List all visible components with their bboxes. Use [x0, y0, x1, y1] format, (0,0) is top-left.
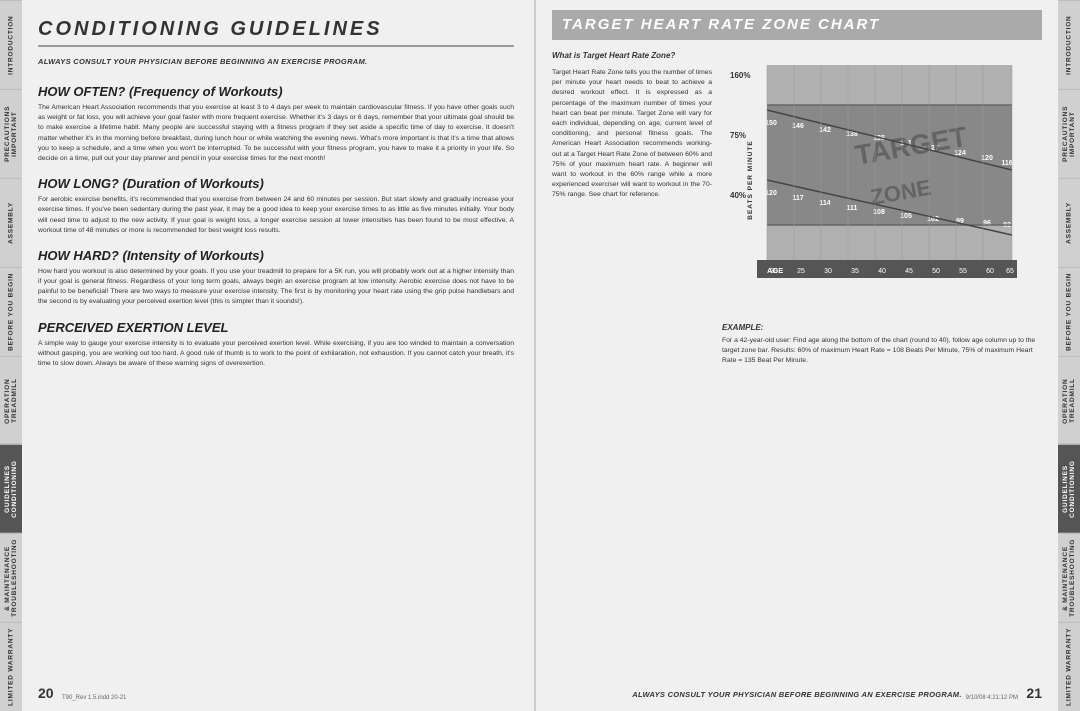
main-content: CONDITIONING GUIDELINES ALWAYS CONSULT Y…: [22, 0, 1058, 711]
page-title: CONDITIONING GUIDELINES: [38, 18, 514, 47]
right-content-area: What is Target Heart Rate Zone? Target H…: [552, 50, 1042, 682]
right-page-title-box: TARGET HEART RATE ZONE CHART: [552, 10, 1042, 40]
left-tab-before-you-begin[interactable]: BEFORE YOU BEGIN: [0, 267, 22, 356]
svg-text:65: 65: [1006, 268, 1014, 275]
section-how-often-text: The American Heart Association recommend…: [38, 103, 514, 164]
svg-text:96: 96: [983, 220, 991, 227]
section-how-hard-text: How hard you workout is also determined …: [38, 267, 514, 308]
right-tab-limited-warranty[interactable]: LIMITED WARRANTY: [1058, 622, 1080, 711]
svg-text:55: 55: [959, 268, 967, 275]
svg-text:40%: 40%: [730, 191, 746, 200]
svg-text:40: 40: [878, 268, 886, 275]
heart-rate-chart: 160% 75% 40% 150: [722, 50, 1042, 315]
left-navigation-tabs: INTRODUCTION IMPORTANT PRECAUTIONS ASSEM…: [0, 0, 22, 711]
svg-text:75%: 75%: [730, 131, 746, 140]
right-tab-before-you-begin[interactable]: BEFORE YOU BEGIN: [1058, 267, 1080, 356]
right-page-title: TARGET HEART RATE ZONE CHART: [562, 16, 880, 33]
section-perceived-exertion-title: PERCEIVED EXERTION LEVEL: [38, 320, 514, 335]
left-tab-treadmill-operation[interactable]: TREADMILL OPERATION: [0, 356, 22, 445]
footer-text-right: 9/10/08 4:21:12 PM: [966, 695, 1018, 701]
svg-text:BEATS PER MINUTE: BEATS PER MINUTE: [747, 140, 754, 219]
right-tab-important-precautions[interactable]: IMPORTANT PRECAUTIONS: [1058, 89, 1080, 178]
svg-text:30: 30: [824, 268, 832, 275]
always-consult-top: ALWAYS CONSULT YOUR PHYSICIAN BEFORE BEG…: [38, 57, 514, 66]
right-tab-conditioning-guidelines[interactable]: CONDITIONING GUIDELINES: [1058, 444, 1080, 533]
footer-text-left: T90_Rev 1.5.indd 20-21: [62, 695, 126, 701]
section-perceived-exertion-text: A simple way to gauge your exercise inte…: [38, 339, 514, 370]
chart-description-text: Target Heart Rate Zone tells you the num…: [552, 68, 712, 200]
svg-text:45: 45: [905, 268, 913, 275]
right-tab-treadmill-operation[interactable]: TREADMILL OPERATION: [1058, 356, 1080, 445]
right-tab-troubleshooting[interactable]: TROUBLESHOOTING & MAINTENANCE: [1058, 533, 1080, 622]
page-number-left: 20: [38, 685, 54, 701]
right-page: TARGET HEART RATE ZONE CHART What is Tar…: [536, 0, 1058, 711]
svg-text:50: 50: [932, 268, 940, 275]
what-is-title: What is Target Heart Rate Zone?: [552, 50, 712, 62]
right-tab-assembly[interactable]: ASSEMBLY: [1058, 178, 1080, 267]
section-how-long-text: For aerobic exercise benefits, it's reco…: [38, 195, 514, 236]
example-title: EXAMPLE:: [722, 323, 1042, 332]
section-how-long-title: HOW LONG? (Duration of Workouts): [38, 176, 514, 191]
left-tab-important-precautions[interactable]: IMPORTANT PRECAUTIONS: [0, 89, 22, 178]
chart-area: 160% 75% 40% 150: [722, 50, 1042, 682]
chart-description: What is Target Heart Rate Zone? Target H…: [552, 50, 712, 682]
svg-text:20: 20: [770, 268, 778, 275]
right-navigation-tabs: INTRODUCTION IMPORTANT PRECAUTIONS ASSEM…: [1058, 0, 1080, 711]
svg-text:35: 35: [851, 268, 859, 275]
svg-text:25: 25: [797, 268, 805, 275]
left-page: CONDITIONING GUIDELINES ALWAYS CONSULT Y…: [22, 0, 536, 711]
left-tab-limited-warranty[interactable]: LIMITED WARRANTY: [0, 622, 22, 711]
left-tab-troubleshooting[interactable]: TROUBLESHOOTING & MAINTENANCE: [0, 533, 22, 622]
left-tab-conditioning-guidelines[interactable]: CONDITIONING GUIDELINES: [0, 444, 22, 533]
page-number-right: 21: [1026, 685, 1042, 701]
right-tab-introduction[interactable]: INTRODUCTION: [1058, 0, 1080, 89]
svg-text:116: 116: [1001, 160, 1012, 167]
section-how-often-title: HOW OFTEN? (Frequency of Workouts): [38, 84, 514, 99]
left-tab-assembly[interactable]: ASSEMBLY: [0, 178, 22, 267]
svg-text:160%: 160%: [730, 71, 750, 80]
left-tab-introduction[interactable]: INTRODUCTION: [0, 0, 22, 89]
example-text: For a 42-year-old user: Find age along t…: [722, 336, 1042, 367]
svg-text:60: 60: [986, 268, 994, 275]
section-how-hard-title: HOW HARD? (Intensity of Workouts): [38, 248, 514, 263]
example-section: EXAMPLE: For a 42-year-old user: Find ag…: [722, 323, 1042, 367]
